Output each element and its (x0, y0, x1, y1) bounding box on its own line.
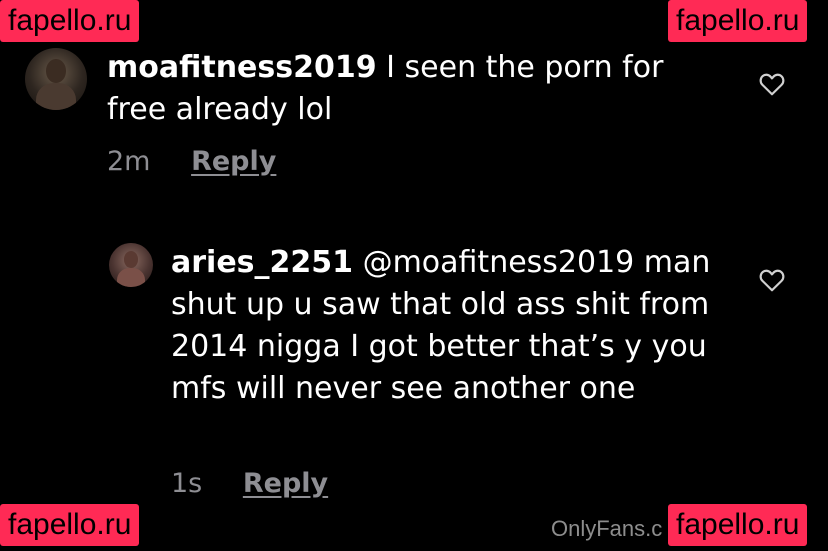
watermark-badge: fapello.ru (668, 0, 808, 42)
avatar[interactable] (25, 48, 87, 110)
comment-meta: 2m Reply (107, 146, 276, 177)
comment-username[interactable]: aries_2251 (171, 245, 353, 280)
watermark-badge: fapello.ru (0, 0, 140, 42)
avatar[interactable] (109, 243, 153, 287)
comment-meta: 1s Reply (171, 468, 328, 499)
watermark-badge: fapello.ru (668, 504, 808, 546)
avatar-torso-shape (116, 267, 146, 287)
avatar-head-shape (46, 59, 66, 83)
avatar-head-shape (123, 250, 139, 268)
onlyfans-watermark-text: OnlyFans.c (551, 516, 663, 541)
comment-timestamp: 2m (107, 146, 151, 177)
comment-body: moafitness2019 I seen the porn for free … (107, 47, 727, 131)
heart-icon[interactable] (759, 268, 785, 292)
comment-timestamp: 1s (171, 468, 203, 499)
reply-button[interactable]: Reply (243, 468, 328, 499)
heart-icon[interactable] (759, 72, 785, 96)
watermark-badge: fapello.ru (0, 504, 140, 546)
comment-body: aries_2251 @moafitness2019 man shut up u… (171, 242, 731, 410)
comment-username[interactable]: moafitness2019 (107, 50, 377, 85)
reply-button[interactable]: Reply (191, 146, 276, 177)
avatar-torso-shape (36, 82, 76, 110)
